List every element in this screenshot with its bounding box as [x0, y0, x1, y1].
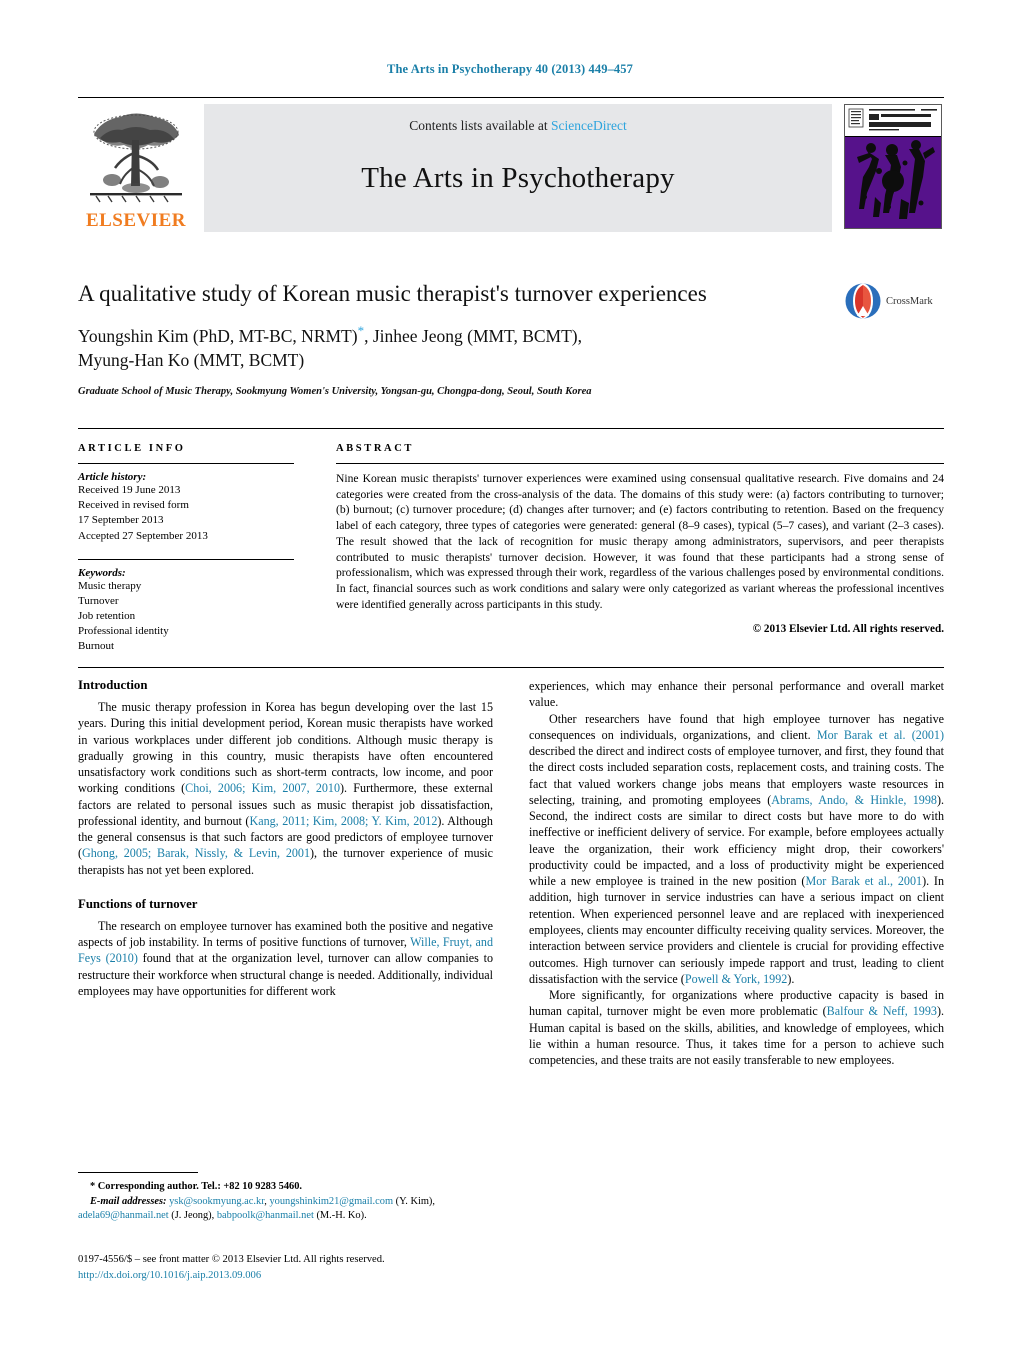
keywords-rule [78, 558, 294, 560]
citation-link[interactable]: Powell & York, 1992 [685, 972, 787, 986]
keyword-item: Professional identity [78, 625, 169, 638]
elsevier-logo: ELSEVIER [78, 104, 194, 232]
citation-link[interactable]: Balfour & Neff, 1993 [827, 1004, 937, 1018]
email-link[interactable]: ysk@sookmyung.ac.kr [169, 1196, 264, 1207]
section-heading-functions-of-turnover: Functions of turnover [78, 896, 198, 911]
article-info-column: ARTICLE INFO Article history: Received 1… [78, 443, 318, 655]
functions-paragraph-1: The research on employee turnover has ex… [78, 918, 493, 999]
abstract-heading: ABSTRACT [336, 443, 414, 454]
footnote-block: * Corresponding author. Tel.: +82 10 928… [78, 1172, 493, 1224]
cover-illustration [845, 137, 941, 228]
footnote-rule [78, 1172, 198, 1173]
keyword-item: Music therapy [78, 579, 142, 592]
article-page: The Arts in Psychotherapy 40 (2013) 449–… [0, 0, 1020, 1351]
citation-link[interactable]: Ghong, 2005; Barak, Nissly, & Levin, 200… [82, 846, 310, 860]
doi-link[interactable]: http://dx.doi.org/10.1016/j.aip.2013.09.… [78, 1268, 508, 1284]
email-link[interactable]: youngshinkim21@gmail.com [269, 1196, 393, 1207]
crossmark-icon [845, 283, 881, 319]
author-list: Youngshin Kim (PhD, MT-BC, NRMT)*, Jinhe… [78, 322, 944, 374]
abstract-rule [336, 463, 944, 464]
citation-link[interactable]: Choi, 2006; Kim, 2007, 2010 [185, 781, 340, 795]
article-body: Introduction The music therapy professio… [78, 678, 944, 1178]
issn-footer: 0197-4556/$ – see front matter © 2013 El… [78, 1252, 508, 1284]
citation-link[interactable]: Mor Barak et al., 2001 [805, 874, 922, 888]
author-affiliation: Graduate School of Music Therapy, Sookmy… [78, 386, 592, 398]
paper-title: A qualitative study of Korean music ther… [78, 281, 707, 306]
email-owner: (J. Jeong), [168, 1210, 217, 1222]
author-line-1-rest: , Jinhee Jeong (MMT, BCMT), [364, 325, 582, 346]
title-block: A qualitative study of Korean music ther… [78, 280, 944, 397]
right-p2-part-d: ). In addition, high turnover in service… [529, 874, 944, 986]
masthead-banner: Contents lists available at ScienceDirec… [204, 104, 832, 232]
abstract-column: ABSTRACT Nine Korean music therapists' t… [318, 443, 944, 655]
section-heading-introduction: Introduction [78, 678, 148, 692]
article-history-revised: Received in revised form [78, 499, 189, 512]
copyright-line: © 2013 Elsevier Ltd. All rights reserved… [752, 623, 944, 636]
citation-link[interactable]: Abrams, Ando, & Hinkle, 1998 [771, 793, 937, 807]
issn-line: 0197-4556/$ – see front matter © 2013 El… [78, 1254, 385, 1265]
journal-cover-thumbnail[interactable] [844, 104, 942, 229]
intro-paragraph-1: The music therapy profession in Korea ha… [78, 699, 493, 878]
keywords-label: Keywords: [78, 566, 126, 579]
corresponding-author-note: * Corresponding author. Tel.: +82 10 928… [90, 1181, 303, 1192]
abstract-text: Nine Korean music therapists' turnover e… [336, 472, 944, 611]
article-history-accepted: Accepted 27 September 2013 [78, 529, 208, 542]
keyword-item: Job retention [78, 610, 136, 623]
running-head: The Arts in Psychotherapy 40 (2013) 449–… [387, 62, 633, 76]
right-paragraph-3: More significantly, for organizations wh… [529, 987, 944, 1068]
body-column-left: Introduction The music therapy professio… [78, 678, 493, 1178]
email-link[interactable]: babpoolk@hanmail.net [217, 1210, 314, 1221]
contents-prefix: Contents lists available at [409, 118, 551, 133]
functions-p1-part-b: found that at the organization level, tu… [78, 951, 493, 998]
journal-masthead: ELSEVIER Contents lists available at Sci… [78, 97, 944, 232]
right-p2-part-e: ). [787, 971, 795, 986]
citation-link[interactable]: Kang, 2011; Kim, 2008; Y. Kim, 2012 [249, 814, 437, 828]
body-column-right: experiences, which may enhance their per… [529, 678, 944, 1178]
journal-cover-wrap [842, 104, 944, 232]
article-history-label: Article history: [78, 471, 147, 483]
right-paragraph-2: Other researchers have found that high e… [529, 711, 944, 988]
email-addresses-note: E-mail addresses: ysk@sookmyung.ac.kr, y… [78, 1195, 493, 1224]
article-info-heading: ARTICLE INFO [78, 443, 186, 454]
journal-title: The Arts in Psychotherapy [361, 162, 675, 194]
keyword-item: Turnover [78, 594, 119, 607]
crossmark-label: CrossMark [886, 295, 933, 307]
right-paragraph-continued: experiences, which may enhance their per… [529, 679, 944, 710]
sciencedirect-link[interactable]: ScienceDirect [551, 118, 627, 133]
email-owner: (Y. Kim), [393, 1195, 435, 1207]
elsevier-wordmark: ELSEVIER [85, 210, 187, 231]
email-owner: (M.-H. Ko). [313, 1210, 367, 1222]
keyword-item: Burnout [78, 640, 115, 653]
author-line-2: Myung-Han Ko (MMT, BCMT) [78, 350, 305, 371]
article-history-revised-date: 17 September 2013 [78, 514, 164, 527]
email-link[interactable]: adela69@hanmail.net [78, 1210, 169, 1221]
elsevier-tree-icon [90, 113, 182, 203]
info-abstract-band: ARTICLE INFO Article history: Received 1… [78, 428, 944, 668]
crossmark-badge[interactable]: CrossMark [844, 282, 954, 320]
article-history-received: Received 19 June 2013 [78, 484, 181, 496]
email-addresses-label: E-mail addresses: [90, 1195, 167, 1207]
contents-available-line: Contents lists available at ScienceDirec… [409, 118, 626, 134]
keywords-block: Keywords: Music therapy Turnover Job ret… [78, 558, 294, 655]
author-line-1: Youngshin Kim (PhD, MT-BC, NRMT) [78, 325, 358, 346]
citation-link[interactable]: Mor Barak et al. (2001) [817, 728, 944, 742]
cover-header-artwork [848, 108, 937, 131]
article-info-rule [78, 463, 294, 464]
